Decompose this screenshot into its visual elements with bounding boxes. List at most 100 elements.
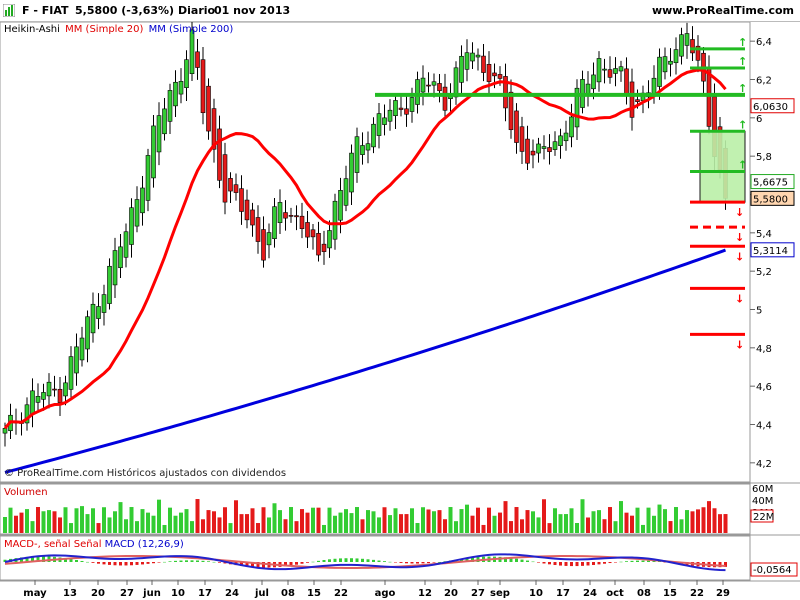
volume-bar bbox=[74, 508, 79, 533]
candle-body bbox=[299, 215, 305, 229]
macd-histogram-bar bbox=[333, 558, 337, 562]
candle-body bbox=[52, 388, 57, 391]
macd-histogram-bar bbox=[218, 562, 221, 563]
candle-body bbox=[189, 29, 195, 74]
volume-bar bbox=[366, 510, 370, 533]
date-tick-label: oct bbox=[606, 588, 624, 599]
site-url[interactable]: www.ProRealTime.com bbox=[652, 4, 794, 17]
candle-body bbox=[145, 155, 151, 201]
volume-bar bbox=[162, 524, 167, 533]
volume-bar bbox=[432, 511, 436, 533]
volume-bar bbox=[443, 519, 447, 533]
volume-bar bbox=[14, 515, 18, 533]
candle-body bbox=[151, 125, 156, 179]
macd-histogram-bar bbox=[581, 562, 584, 566]
volume-bar bbox=[696, 509, 700, 533]
price-tick-label: 5,8 bbox=[756, 152, 772, 163]
volume-bar bbox=[624, 512, 629, 533]
up-arrow-icon: ↑ bbox=[738, 36, 747, 49]
macd-histogram: -0,0564 bbox=[3, 553, 798, 577]
volume-bar bbox=[250, 508, 255, 533]
volume-bar bbox=[305, 512, 310, 533]
volume-bar bbox=[294, 521, 299, 533]
macd-histogram-bar bbox=[575, 562, 579, 567]
macd-histogram-bar bbox=[69, 559, 73, 562]
macd-histogram-bar bbox=[306, 562, 309, 563]
date-tick-label: jun bbox=[142, 588, 161, 599]
volume-bar bbox=[190, 521, 194, 533]
macd-histogram-bar bbox=[394, 562, 397, 563]
candle-body bbox=[591, 74, 596, 90]
volume-bar bbox=[102, 507, 106, 533]
volume-bar bbox=[338, 512, 343, 533]
macd-histogram-bar bbox=[531, 561, 535, 563]
candle-body bbox=[261, 229, 266, 261]
date-tick-label: 29 bbox=[716, 588, 730, 599]
macd-histogram-bar bbox=[388, 561, 392, 563]
volume-bar bbox=[531, 511, 535, 533]
volume-bar bbox=[454, 521, 458, 533]
macd-histogram-bar bbox=[317, 560, 320, 562]
volume-bar bbox=[168, 507, 172, 533]
candle-body bbox=[541, 146, 547, 149]
candle-body bbox=[585, 83, 591, 94]
volume-bar bbox=[239, 514, 244, 533]
volume-bar bbox=[503, 501, 508, 533]
candle-body bbox=[250, 209, 255, 226]
macd-histogram-bar bbox=[212, 561, 216, 563]
candle-body bbox=[376, 113, 382, 136]
volume-bar bbox=[371, 511, 376, 533]
volume-bar bbox=[382, 507, 387, 533]
candle-body bbox=[558, 135, 563, 146]
price-chart-canvas[interactable]: 60M40M20M22M -0,0564 ↑↑↑↑↑↓↓↓↓↓ 6,46,265… bbox=[0, 0, 800, 600]
candle-body bbox=[57, 388, 63, 403]
volume-bar bbox=[19, 512, 24, 533]
macd-histogram-bar bbox=[196, 560, 199, 562]
candle-body bbox=[453, 67, 459, 98]
candle-body bbox=[387, 109, 393, 122]
date-tick-label: 22 bbox=[690, 588, 704, 599]
candle-body bbox=[497, 74, 503, 79]
candle-body bbox=[530, 150, 536, 156]
date-tick-label: 20 bbox=[91, 588, 105, 599]
candle-body bbox=[63, 382, 68, 397]
candle-body bbox=[635, 99, 640, 102]
volume-bar bbox=[525, 510, 530, 533]
volume-bar bbox=[404, 514, 409, 533]
volume-bar bbox=[135, 521, 139, 533]
volume-bar bbox=[580, 499, 585, 533]
volume-bar bbox=[410, 508, 414, 533]
macd-histogram-bar bbox=[553, 562, 557, 566]
chart-header: F - FIAT 5,5800 (-3,63%) Diario 01 nov 2… bbox=[0, 0, 800, 22]
volume-bar bbox=[377, 517, 381, 533]
ma200-label: MM (Simple 200) bbox=[148, 24, 234, 35]
macd-histogram-bar bbox=[168, 561, 172, 562]
date-tick-label: 24 bbox=[225, 588, 239, 599]
macd-histogram-bar bbox=[410, 562, 414, 564]
volume-bar bbox=[459, 509, 464, 533]
macd-histogram-bar bbox=[603, 562, 606, 564]
volume-bar bbox=[597, 510, 601, 533]
candle-body bbox=[536, 143, 541, 154]
candle-body bbox=[255, 217, 261, 242]
macd-histogram-bar bbox=[190, 560, 194, 562]
volume-bar bbox=[333, 515, 337, 533]
candle-body bbox=[415, 79, 420, 105]
price-tick-label: 4,4 bbox=[756, 421, 772, 432]
volume-bar bbox=[30, 521, 35, 533]
candle-body bbox=[206, 85, 211, 132]
macd-histogram-bar bbox=[124, 562, 128, 566]
volume-bar bbox=[96, 523, 101, 533]
macd-histogram-bar bbox=[146, 562, 150, 564]
support-resistance-levels: ↑↑↑↑↑↓↓↓↓↓ bbox=[375, 36, 747, 351]
volume-bar bbox=[278, 510, 282, 533]
macd-histogram-bar bbox=[163, 561, 166, 563]
price-tick-label: 6,4 bbox=[756, 37, 772, 48]
candle-body bbox=[519, 126, 525, 152]
candle-body bbox=[310, 229, 316, 238]
volume-bar bbox=[668, 521, 673, 533]
volume-bar bbox=[652, 515, 656, 533]
price-tick-label: 5,2 bbox=[756, 267, 772, 278]
candle-body bbox=[96, 306, 101, 319]
volume-bar bbox=[393, 508, 398, 533]
